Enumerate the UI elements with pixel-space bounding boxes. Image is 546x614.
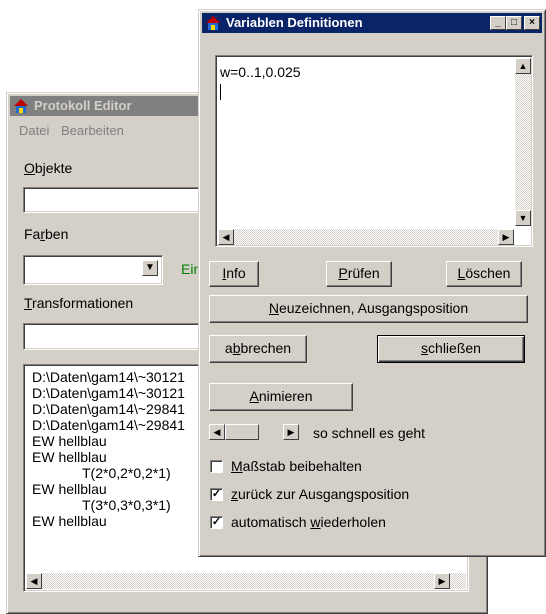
pruefen-button[interactable]: Prüfen — [326, 261, 392, 287]
zurueck-checkbox[interactable]: ✓ — [210, 488, 223, 501]
massstab-checkbox[interactable] — [210, 460, 223, 473]
list-item[interactable]: EW hellblau — [32, 433, 185, 449]
list-item[interactable]: D:\Daten\gam14\~30121 — [32, 385, 185, 401]
zurueck-label[interactable]: zurück zur Ausgangsposition — [231, 486, 409, 502]
variablen-editor[interactable]: w=0..1,0.025 ▲ ▼ ◀ ▶ — [215, 55, 533, 247]
auto-checkbox[interactable]: ✓ — [210, 516, 223, 529]
abbrechen-button[interactable]: abbrechen — [209, 335, 307, 363]
editor-vscrollbar[interactable]: ▲ ▼ — [515, 58, 531, 226]
schliessen-button[interactable]: schließen — [377, 335, 525, 363]
menu-datei[interactable]: Datei — [19, 123, 49, 138]
neuzeichnen-button[interactable]: Neuzeichnen, Ausgangsposition — [209, 295, 528, 323]
loeschen-button[interactable]: Löschen — [446, 261, 522, 287]
scroll-left-icon[interactable]: ◀ — [26, 573, 42, 589]
auto-label[interactable]: automatisch wiederholen — [231, 514, 386, 530]
list-item[interactable]: D:\Daten\gam14\~29841 — [32, 401, 185, 417]
app-house-icon — [14, 99, 28, 113]
speed-slider[interactable]: ◀ ▶ — [209, 424, 299, 440]
scroll-left-icon[interactable]: ◀ — [218, 229, 234, 245]
transformationen-label: Transformationen — [24, 295, 134, 311]
scroll-right-icon[interactable]: ▶ — [498, 229, 514, 245]
variablen-titlebar[interactable]: Variablen Definitionen _ □ × — [202, 13, 542, 33]
close-icon[interactable]: × — [524, 16, 540, 30]
list-item[interactable]: T(2*0,2*0,2*1) — [32, 465, 185, 481]
objekte-label: Objekte — [24, 160, 73, 176]
variablen-title: Variablen Definitionen — [226, 15, 363, 30]
massstab-label[interactable]: Maßstab beibehalten — [231, 458, 362, 474]
scroll-left-icon[interactable]: ◀ — [209, 424, 225, 440]
list-item[interactable]: EW hellblau — [32, 513, 185, 529]
editor-hscrollbar[interactable]: ◀ ▶ — [218, 229, 514, 245]
animieren-button[interactable]: Animieren — [209, 383, 353, 411]
objekte-input[interactable] — [23, 187, 215, 213]
scroll-down-icon[interactable]: ▼ — [515, 210, 531, 226]
info-button[interactable]: Info — [209, 261, 259, 287]
transformationen-input[interactable] — [23, 323, 215, 350]
protokoll-title: Protokoll Editor — [34, 98, 132, 113]
menu-bearbeiten[interactable]: Bearbeiten — [61, 123, 124, 138]
list-item[interactable]: D:\Daten\gam14\~29841 — [32, 417, 185, 433]
farben-select[interactable]: ▼ — [23, 255, 163, 285]
list-hscrollbar[interactable]: ◀ ▶ — [26, 573, 466, 589]
scroll-right-icon[interactable]: ▶ — [434, 573, 450, 589]
farben-label: Farben — [24, 226, 69, 242]
editor-text: w=0..1,0.025 — [220, 64, 301, 80]
maximize-icon[interactable]: □ — [506, 16, 522, 30]
list-item[interactable]: EW hellblau — [32, 481, 185, 497]
minimize-icon[interactable]: _ — [490, 16, 506, 30]
slider-thumb[interactable] — [225, 424, 259, 440]
list-item[interactable]: T(3*0,3*0,3*1) — [32, 497, 185, 513]
app-house-icon — [206, 16, 220, 30]
list-item[interactable]: EW hellblau — [32, 449, 185, 465]
list-item[interactable]: D:\Daten\gam14\~30121 — [32, 369, 185, 385]
chevron-down-icon[interactable]: ▼ — [142, 260, 158, 276]
speed-text: so schnell es geht — [313, 425, 426, 441]
protokoll-list-items: D:\Daten\gam14\~30121 D:\Daten\gam14\~30… — [32, 369, 185, 529]
variablen-window: Variablen Definitionen _ □ × w=0..1,0.02… — [198, 9, 546, 557]
protokoll-menubar: Datei Bearbeiten — [19, 123, 132, 138]
scroll-right-icon[interactable]: ▶ — [283, 424, 299, 440]
scroll-up-icon[interactable]: ▲ — [515, 58, 531, 74]
text-cursor — [220, 84, 221, 100]
